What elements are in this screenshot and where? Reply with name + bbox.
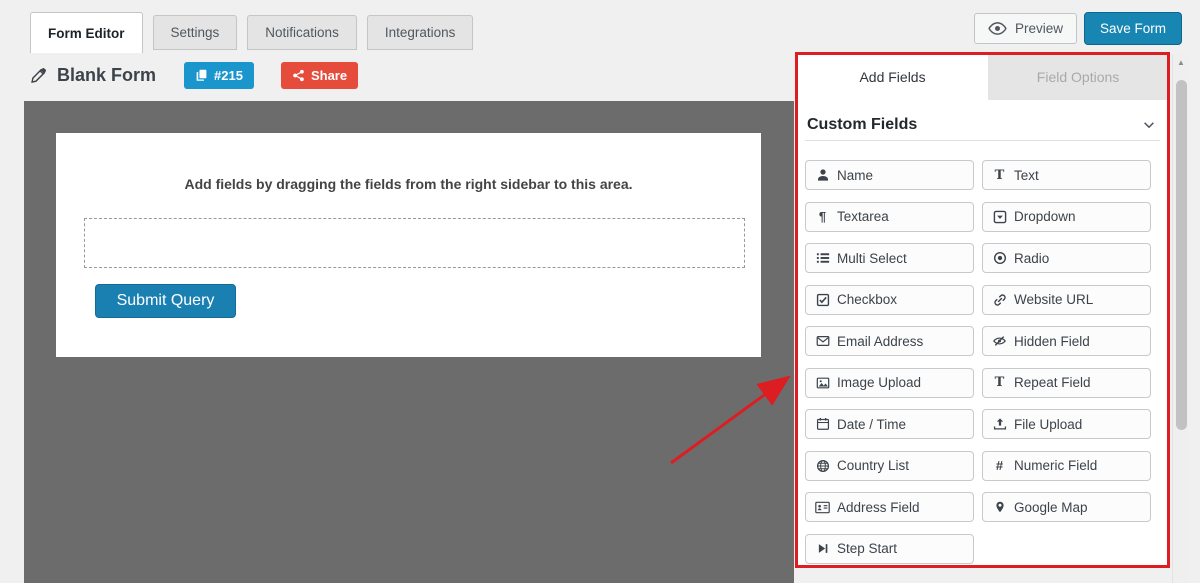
field-button-label: Step Start (837, 541, 897, 556)
field-button-label: Numeric Field (1014, 458, 1097, 473)
field-button-name[interactable]: Name (805, 160, 974, 190)
form-title-bar: Blank Form #215 Share (30, 60, 358, 90)
form-canvas: Add fields by dragging the fields from t… (24, 101, 794, 583)
drag-hint-text: Add fields by dragging the fields from t… (56, 176, 761, 192)
calendar-icon (815, 417, 830, 432)
field-button-website-url[interactable]: Website URL (982, 285, 1151, 315)
field-button-address-field[interactable]: Address Field (805, 492, 974, 522)
field-button-label: Radio (1014, 251, 1049, 266)
eye-icon (988, 22, 1007, 36)
sidebar-tab-bar: Add Fields Field Options (797, 54, 1168, 100)
field-button-label: Dropdown (1014, 209, 1076, 224)
tab-form-editor[interactable]: Form Editor (30, 12, 143, 53)
form-preview-card: Add fields by dragging the fields from t… (56, 133, 761, 357)
field-button-multi-select[interactable]: Multi Select (805, 243, 974, 273)
globe-icon (815, 458, 830, 473)
top-actions: Preview Save Form (974, 12, 1182, 45)
field-button-label: Repeat Field (1014, 375, 1091, 390)
checkbox-icon (815, 292, 830, 307)
field-button-label: Checkbox (837, 292, 897, 307)
tab-settings[interactable]: Settings (153, 15, 238, 50)
field-button-label: Multi Select (837, 251, 907, 266)
sidebar-scrollbar[interactable]: ▲ (1172, 54, 1188, 583)
field-button-email-address[interactable]: Email Address (805, 326, 974, 356)
tab-notifications[interactable]: Notifications (247, 15, 357, 50)
scrollbar-thumb[interactable] (1176, 80, 1187, 430)
image-icon (815, 375, 830, 390)
field-button-label: Image Upload (837, 375, 921, 390)
field-button-label: Address Field (837, 500, 920, 515)
field-button-label: Date / Time (837, 417, 906, 432)
field-button-hidden-field[interactable]: Hidden Field (982, 326, 1151, 356)
hash-icon: # (992, 458, 1007, 473)
share-icon (292, 69, 305, 82)
field-button-textarea[interactable]: ¶ Textarea (805, 202, 974, 232)
field-button-country-list[interactable]: Country List (805, 451, 974, 481)
field-button-file-upload[interactable]: File Upload (982, 409, 1151, 439)
custom-fields-section-header[interactable]: Custom Fields (805, 110, 1160, 140)
link-icon (992, 292, 1007, 307)
field-button-checkbox[interactable]: Checkbox (805, 285, 974, 315)
list-icon (815, 251, 830, 266)
text-icon: T (992, 168, 1007, 183)
share-label: Share (311, 68, 347, 83)
copy-icon (195, 68, 208, 82)
step-forward-icon (815, 541, 830, 556)
save-form-button[interactable]: Save Form (1084, 12, 1182, 45)
field-button-label: Website URL (1014, 292, 1093, 307)
upload-icon (992, 417, 1007, 432)
preview-button[interactable]: Preview (974, 13, 1077, 44)
chevron-down-icon (1141, 118, 1156, 133)
field-button-label: Google Map (1014, 500, 1088, 515)
envelope-icon (815, 334, 830, 349)
field-button-label: Country List (837, 458, 909, 473)
sidebar-body: Custom Fields Name T Text ¶ Textarea Dropdown… (797, 100, 1168, 564)
eye-slash-icon (992, 334, 1007, 349)
custom-fields-title: Custom Fields (807, 116, 917, 134)
preview-label: Preview (1015, 21, 1063, 36)
field-button-label: Text (1014, 168, 1039, 183)
radio-icon (992, 251, 1007, 266)
section-divider (805, 140, 1160, 141)
tab-integrations[interactable]: Integrations (367, 15, 474, 50)
field-button-radio[interactable]: Radio (982, 243, 1151, 273)
tab-field-options[interactable]: Field Options (988, 54, 1168, 100)
map-marker-icon (992, 500, 1007, 515)
form-id-label: #215 (214, 68, 243, 83)
main-tab-bar: Form Editor Settings Notifications Integ… (30, 12, 473, 53)
custom-fields-grid: Name T Text ¶ Textarea Dropdown Multi Select Ra… (805, 160, 1160, 564)
field-button-image-upload[interactable]: Image Upload (805, 368, 974, 398)
field-button-label: File Upload (1014, 417, 1082, 432)
text-icon: T (992, 375, 1007, 390)
field-button-google-map[interactable]: Google Map (982, 492, 1151, 522)
field-button-step-start[interactable]: Step Start (805, 534, 974, 564)
field-button-text[interactable]: T Text (982, 160, 1151, 190)
field-button-repeat-field[interactable]: T Repeat Field (982, 368, 1151, 398)
field-dropzone[interactable] (84, 218, 745, 268)
form-title: Blank Form (57, 65, 156, 86)
form-id-badge[interactable]: #215 (184, 62, 254, 89)
user-icon (815, 168, 830, 183)
paragraph-icon: ¶ (815, 209, 830, 224)
field-button-label: Email Address (837, 334, 923, 349)
dropdown-icon (992, 209, 1007, 224)
share-button[interactable]: Share (281, 62, 358, 89)
submit-query-button[interactable]: Submit Query (95, 284, 236, 318)
field-button-label: Name (837, 168, 873, 183)
tab-add-fields[interactable]: Add Fields (797, 54, 988, 100)
field-button-label: Hidden Field (1014, 334, 1090, 349)
fields-sidebar: Add Fields Field Options Custom Fields N… (797, 54, 1168, 568)
field-button-label: Textarea (837, 209, 889, 224)
address-card-icon (815, 500, 830, 515)
scrollbar-up-arrow-icon[interactable]: ▲ (1173, 58, 1189, 67)
field-button-numeric-field[interactable]: # Numeric Field (982, 451, 1151, 481)
edit-title-pencil-icon[interactable] (30, 67, 47, 84)
field-button-dropdown[interactable]: Dropdown (982, 202, 1151, 232)
field-button-date-time[interactable]: Date / Time (805, 409, 974, 439)
